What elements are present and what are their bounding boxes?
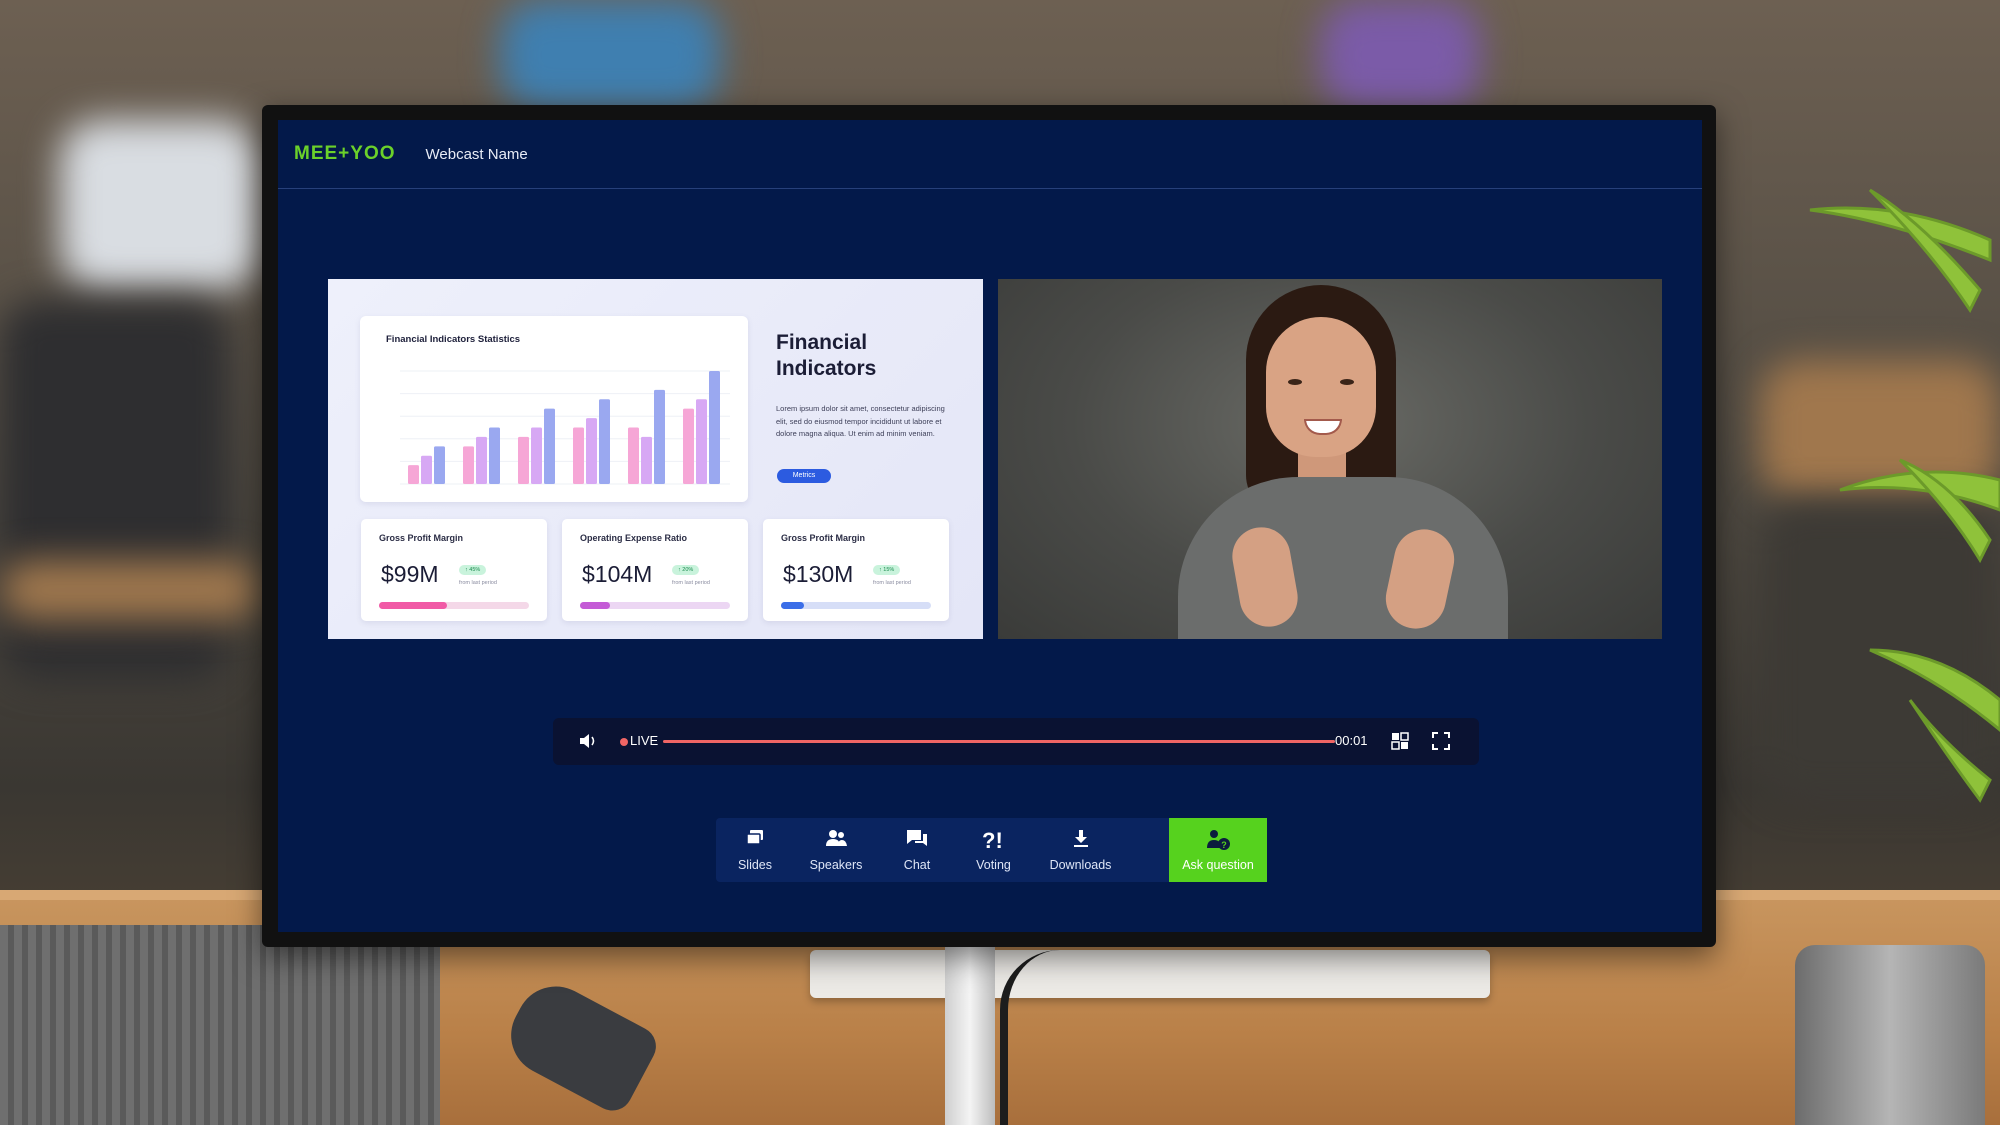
webcast-title: Webcast Name (425, 145, 528, 163)
metric-progress-track (379, 602, 529, 609)
chart-bar (544, 408, 555, 484)
toolbar-label: Chat (903, 858, 931, 872)
speaker-eye (1340, 379, 1354, 385)
live-label: LIVE (630, 733, 659, 748)
app-header: MEE+YOO Webcast Name (278, 120, 1702, 189)
download-icon (1073, 830, 1088, 847)
ask-question-button[interactable]: ? Ask question (1169, 818, 1267, 882)
chart-bar (476, 436, 487, 484)
metric-value: $130M (783, 561, 854, 587)
metric-label: Operating Expense Ratio (580, 533, 688, 543)
volume-icon[interactable] (578, 731, 598, 751)
slide-heading: Financial Indicators (776, 331, 877, 380)
metric-card: Gross Profit Margin $99M ↑ 45% from last… (361, 519, 547, 621)
metric-badge: ↑ 15% (873, 565, 901, 575)
metric-sub: from last period (459, 580, 497, 586)
chart-bar (683, 408, 694, 484)
slides-icon (746, 830, 763, 845)
metric-value: $104M (582, 561, 653, 587)
toolbar-label: Voting (976, 858, 1011, 872)
toolbar-label: Slides (737, 858, 773, 872)
metric-card: Operating Expense Ratio $104M ↑ 20% from… (562, 519, 748, 621)
keyboard (810, 950, 1490, 998)
progress-bar[interactable] (663, 740, 1335, 743)
chart-bar (408, 465, 419, 484)
slide-panel[interactable]: Financial Indicators Statistics Financia… (328, 279, 983, 639)
cable (1000, 950, 1128, 1125)
svg-text:?: ? (1221, 840, 1227, 850)
metal-jar (1795, 945, 1985, 1125)
toolbar-label: Downloads (1049, 858, 1112, 872)
slide-body-text: Lorem ipsum dolor sit amet, consectetur … (776, 404, 945, 438)
metric-card: Gross Profit Margin $130M ↑ 15% from las… (763, 519, 949, 621)
tab-slides[interactable]: Slides (716, 818, 794, 882)
bar-chart (400, 370, 730, 485)
toolbar-label: Ask question (1182, 858, 1254, 872)
chart-bar (518, 436, 529, 484)
chart-bar (489, 427, 500, 484)
metric-progress-fill (781, 602, 804, 609)
chart-bar (709, 371, 720, 484)
chart-bar (421, 455, 432, 484)
metric-progress-fill (580, 602, 610, 609)
speaker-video[interactable] (998, 279, 1662, 639)
metric-sub: from last period (873, 580, 911, 586)
chart-bar (573, 427, 584, 484)
speakers-icon (826, 830, 847, 846)
voting-icon: ?! (982, 828, 1003, 852)
chart-bar (641, 436, 652, 484)
metric-badge: ↑ 45% (459, 565, 487, 575)
monitor-stand (945, 945, 995, 1125)
chart-bar (463, 446, 474, 484)
chart-bar (696, 399, 707, 484)
speaker-device (0, 925, 440, 1125)
player-controls: LIVE 00:01 (553, 718, 1479, 765)
time-display: 00:01 (1335, 733, 1368, 748)
metrics-button[interactable]: Metrics (777, 469, 831, 483)
chart-bar (628, 427, 639, 484)
speaker-eye (1288, 379, 1302, 385)
chart-bar (531, 427, 542, 484)
tab-speakers[interactable]: Speakers (794, 818, 878, 882)
bottom-toolbar: Slides Speakers Chat ?! Voting Downloads… (716, 818, 1267, 882)
live-indicator-dot (620, 738, 628, 746)
chart-bar (599, 399, 610, 484)
tab-chat[interactable]: Chat (878, 818, 956, 882)
speaker-body (1178, 477, 1508, 639)
metric-value: $99M (381, 561, 439, 587)
chart-bar (434, 446, 445, 484)
plant (1809, 188, 2000, 803)
tab-voting[interactable]: ?! Voting (956, 818, 1031, 882)
webcast-app: MEE+YOO Webcast Name Financial Indicator… (278, 120, 1702, 932)
metric-progress-track (580, 602, 730, 609)
ask-question-icon: ? (1207, 830, 1230, 850)
fullscreen-icon[interactable] (1432, 732, 1450, 750)
metric-label: Gross Profit Margin (781, 533, 866, 543)
picture-in-picture-icon[interactable] (1391, 732, 1409, 750)
metric-label: Gross Profit Margin (379, 533, 464, 543)
metric-badge: ↑ 20% (672, 565, 700, 575)
chat-icon (907, 830, 927, 846)
toolbar-label: Speakers (809, 858, 863, 872)
speaker-face (1266, 317, 1376, 457)
metric-sub: from last period (672, 580, 710, 586)
app-logo[interactable]: MEE+YOO (294, 143, 396, 165)
chart-card: Financial Indicators Statistics (360, 316, 748, 502)
svg-text:?!: ?! (982, 828, 1003, 852)
metric-progress-fill (379, 602, 447, 609)
metric-progress-track (781, 602, 931, 609)
chart-bar (654, 389, 665, 484)
chart-bar (586, 418, 597, 484)
tab-downloads[interactable]: Downloads (1031, 818, 1130, 882)
